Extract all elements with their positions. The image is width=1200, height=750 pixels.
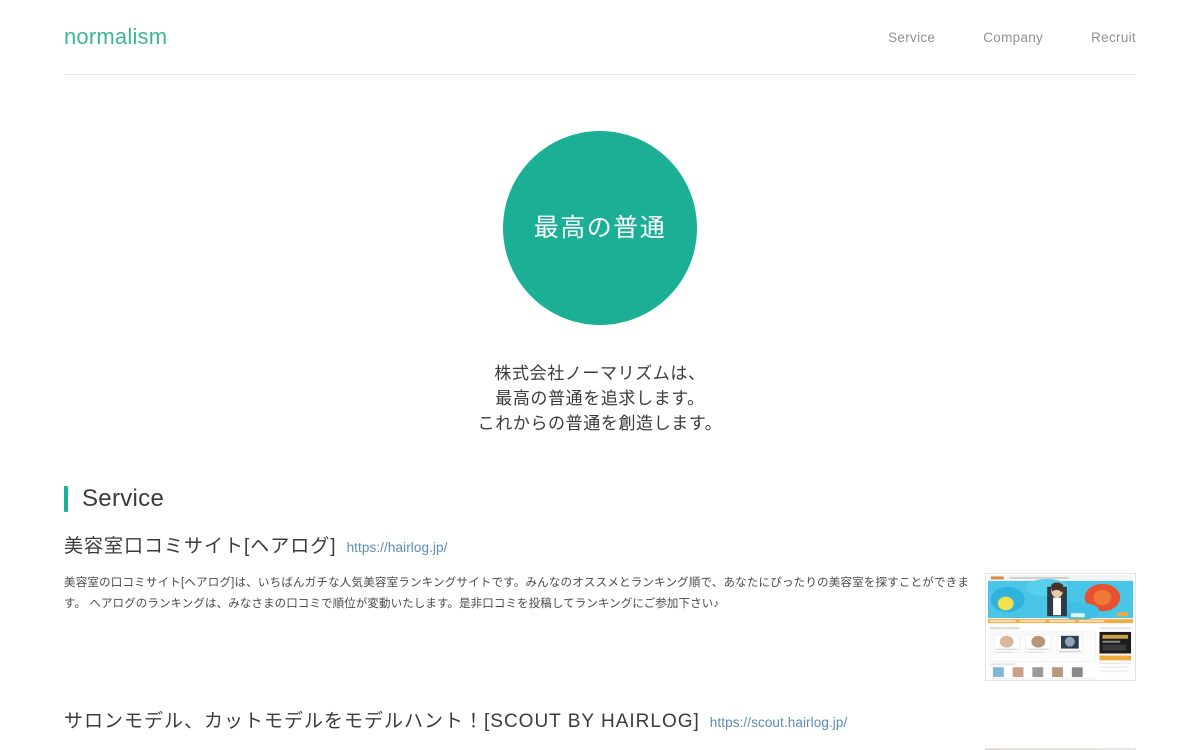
service-section-heading: Service bbox=[64, 486, 1136, 512]
service-title-row: サロンモデル、カットモデルをモデルハント！[SCOUT BY HAIRLOG] … bbox=[64, 711, 1136, 734]
hero-tagline: 株式会社ノーマリズムは、 最高の普通を追求します。 これからの普通を創造します。 bbox=[478, 361, 723, 436]
hero-tagline-line-1: 株式会社ノーマリズムは、 bbox=[494, 364, 706, 383]
service-item: サロンモデル、カットモデルをモデルハント！[SCOUT BY HAIRLOG] … bbox=[64, 711, 1136, 750]
service-title: サロンモデル、カットモデルをモデルハント！[SCOUT BY HAIRLOG] bbox=[64, 710, 700, 732]
service-description: 美容室の口コミサイト[ヘアログ]は、いちばんガチな人気美容室ランキングサイトです… bbox=[64, 576, 969, 610]
service-title-row: 美容室口コミサイト[ヘアログ] https://hairlog.jp/ bbox=[64, 536, 1136, 559]
hero-tagline-line-3: これからの普通を創造します。 bbox=[477, 414, 723, 433]
service-url-link[interactable]: https://hairlog.jp/ bbox=[347, 540, 448, 555]
service-title: 美容室口コミサイト[ヘアログ] bbox=[64, 536, 337, 557]
service-body: 美容室の口コミサイト[ヘアログ]は、いちばんガチな人気美容室ランキングサイトです… bbox=[64, 572, 1136, 681]
service-item: 美容室口コミサイト[ヘアログ] https://hairlog.jp/ 美容室の… bbox=[64, 536, 1136, 681]
main-content: Service 美容室口コミサイト[ヘアログ] https://hairlog.… bbox=[0, 486, 1200, 750]
nav-item-recruit[interactable]: Recruit bbox=[1067, 24, 1136, 51]
service-url-link[interactable]: https://scout.hairlog.jp/ bbox=[710, 715, 848, 730]
hero-circle-text: 最高の普通 bbox=[533, 213, 667, 242]
section-title: Service bbox=[82, 485, 165, 512]
section-accent-bar-icon bbox=[64, 486, 68, 512]
hero-tagline-line-2: 最高の普通を追求します。 bbox=[495, 389, 705, 408]
nav-item-service[interactable]: Service bbox=[864, 24, 959, 51]
hairlog-site-screenshot[interactable] bbox=[985, 572, 1136, 681]
hairlog-thumbnail-icon bbox=[986, 573, 1135, 680]
site-header: normalism Service Company Recruit bbox=[0, 0, 1200, 75]
brand-logo[interactable]: normalism bbox=[64, 25, 167, 50]
hero-circle: 最高の普通 bbox=[503, 131, 697, 325]
hero-section: 最高の普通 株式会社ノーマリズムは、 最高の普通を追求します。 これからの普通を… bbox=[0, 75, 1200, 436]
nav-item-company[interactable]: Company bbox=[959, 24, 1067, 51]
main-nav: Service Company Recruit bbox=[864, 24, 1136, 51]
